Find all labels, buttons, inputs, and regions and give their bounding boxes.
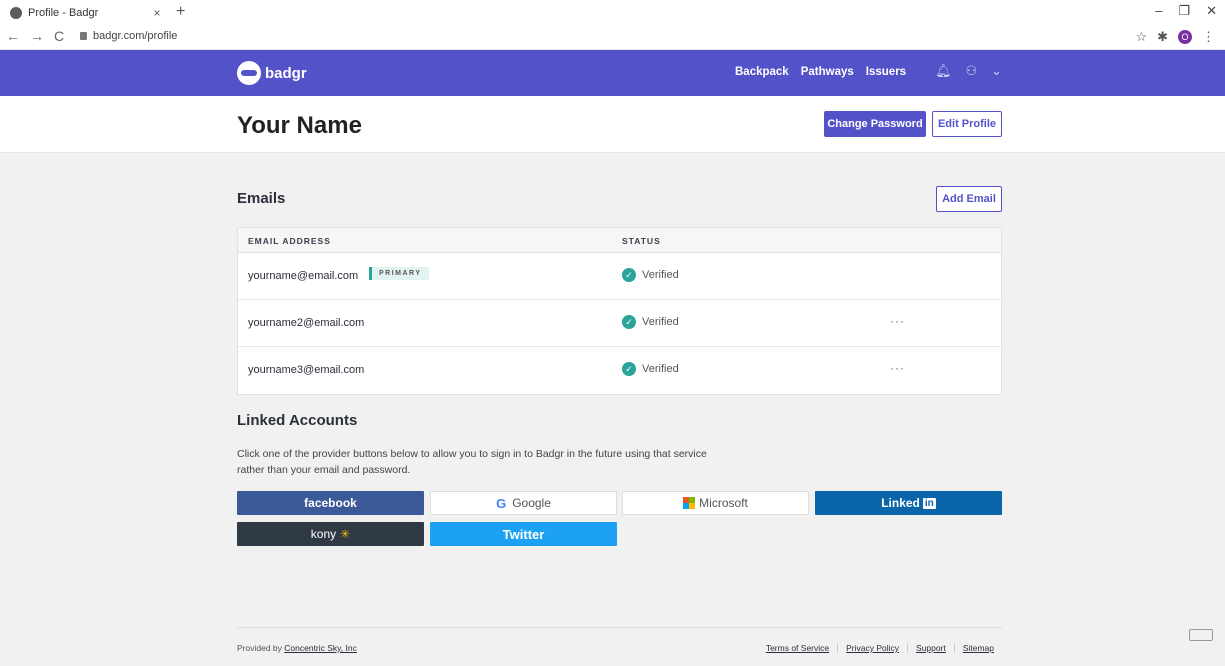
profile-title-bar: Your Name Change Password Edit Profile bbox=[0, 96, 1225, 153]
browser-extensions: ☆ ✱ O ⋮ bbox=[1135, 29, 1215, 45]
emails-table: EMAIL ADDRESS STATUS yourname@email.com … bbox=[237, 227, 1002, 395]
browser-nav: ← → C bbox=[6, 28, 64, 44]
twitter-button[interactable]: Twitter bbox=[430, 522, 617, 546]
kony-spark-icon: ✳ bbox=[340, 527, 351, 541]
nav-pathways[interactable]: Pathways bbox=[801, 66, 854, 78]
email-status: ✓ Verified bbox=[622, 315, 679, 329]
provided-by-text: Provided by bbox=[237, 643, 282, 653]
kony-label: kony bbox=[310, 527, 337, 541]
tab-close-icon[interactable]: × bbox=[150, 6, 164, 20]
linkedin-label: Linked bbox=[881, 496, 920, 510]
footer-links: Terms of Service Privacy Policy Support … bbox=[758, 643, 1002, 653]
change-password-button[interactable]: Change Password bbox=[824, 111, 926, 137]
footer-divider bbox=[237, 627, 1002, 628]
google-icon: G bbox=[496, 495, 507, 511]
edit-profile-button[interactable]: Edit Profile bbox=[932, 111, 1002, 137]
facebook-button[interactable]: facebook bbox=[237, 491, 424, 515]
more-options-icon[interactable]: ··· bbox=[890, 361, 905, 375]
forward-icon[interactable]: → bbox=[30, 28, 44, 44]
email-address: yourname@email.com bbox=[248, 270, 359, 282]
table-row: yourname@email.com PRIMARY ✓ Verified bbox=[238, 253, 1001, 300]
twitter-label: Twitter bbox=[502, 526, 545, 542]
restore-icon[interactable]: ❐ bbox=[1178, 3, 1190, 19]
microsoft-button[interactable]: Microsoft bbox=[622, 491, 809, 515]
table-row: yourname2@email.com ✓ Verified ··· bbox=[238, 300, 1001, 347]
company-link[interactable]: Concentric Sky, Inc bbox=[284, 643, 357, 653]
privacy-link[interactable]: Privacy Policy bbox=[837, 643, 907, 653]
google-button[interactable]: G Google bbox=[430, 491, 617, 515]
column-email-address: EMAIL ADDRESS bbox=[248, 236, 331, 246]
extensions-puzzle-icon[interactable]: ✱ bbox=[1157, 29, 1168, 45]
badgr-logo-icon bbox=[237, 61, 261, 85]
reload-icon[interactable]: C bbox=[54, 28, 64, 44]
browser-menu-icon[interactable]: ⋮ bbox=[1202, 29, 1215, 45]
sitemap-link[interactable]: Sitemap bbox=[953, 643, 1002, 653]
verified-check-icon: ✓ bbox=[622, 315, 636, 329]
support-link[interactable]: Support bbox=[907, 643, 954, 653]
browser-profile-avatar[interactable]: O bbox=[1178, 30, 1192, 44]
primary-badge: PRIMARY bbox=[369, 267, 429, 280]
back-icon[interactable]: ← bbox=[6, 28, 20, 44]
email-status: ✓ Verified bbox=[622, 362, 679, 376]
brand-name: badgr bbox=[265, 64, 307, 82]
verified-check-icon: ✓ bbox=[622, 362, 636, 376]
column-status: STATUS bbox=[622, 236, 661, 246]
linkedin-button[interactable]: Linked in bbox=[815, 491, 1002, 515]
status-text: Verified bbox=[642, 269, 679, 281]
microsoft-label: Microsoft bbox=[699, 496, 748, 510]
tab-title: Profile - Badgr bbox=[28, 7, 99, 19]
new-tab-icon[interactable]: + bbox=[176, 3, 185, 21]
kony-button[interactable]: kony ✳ bbox=[237, 522, 424, 546]
notification-bell-icon[interactable]: 🔔︎ bbox=[935, 63, 952, 79]
facebook-label: facebook bbox=[304, 496, 357, 510]
browser-tab[interactable]: Profile - Badgr × bbox=[4, 4, 164, 22]
nav-issuers[interactable]: Issuers bbox=[866, 66, 906, 78]
app-header: badgr Backpack Pathways Issuers 🔔︎ ⚇ ⌄ bbox=[0, 50, 1225, 96]
chevron-down-icon[interactable]: ⌄ bbox=[991, 63, 1002, 79]
add-email-button[interactable]: Add Email bbox=[936, 186, 1002, 212]
close-window-icon[interactable]: ✕ bbox=[1206, 3, 1217, 19]
terms-link[interactable]: Terms of Service bbox=[758, 643, 837, 653]
url-text: badgr.com/profile bbox=[93, 30, 178, 42]
email-status: ✓ Verified bbox=[622, 268, 679, 282]
browser-tabbar: Profile - Badgr × + – ❐ ✕ bbox=[0, 0, 1225, 24]
window-controls: – ❐ ✕ bbox=[1155, 3, 1217, 19]
top-nav: Backpack Pathways Issuers bbox=[735, 66, 906, 78]
email-address: yourname3@email.com bbox=[248, 364, 365, 376]
header-icons: 🔔︎ ⚇ ⌄ bbox=[935, 63, 1002, 79]
user-account-icon[interactable]: ⚇ bbox=[966, 63, 978, 79]
email-address: yourname2@email.com bbox=[248, 317, 365, 329]
status-text: Verified bbox=[642, 363, 679, 375]
linked-accounts-heading: Linked Accounts bbox=[237, 412, 358, 429]
more-options-icon[interactable]: ··· bbox=[890, 314, 905, 328]
nav-backpack[interactable]: Backpack bbox=[735, 66, 789, 78]
badgr-favicon-icon bbox=[10, 7, 22, 19]
bookmark-star-icon[interactable]: ☆ bbox=[1135, 29, 1147, 45]
linked-accounts-description: Click one of the provider buttons below … bbox=[237, 448, 707, 476]
url-field[interactable]: badgr.com/profile bbox=[80, 30, 177, 42]
emails-heading: Emails bbox=[237, 190, 286, 207]
keyboard-icon[interactable] bbox=[1189, 629, 1213, 641]
footer-credit: Provided by Concentric Sky, Inc bbox=[237, 643, 357, 653]
page-title: Your Name bbox=[237, 112, 362, 139]
table-row: yourname3@email.com ✓ Verified ··· bbox=[238, 347, 1001, 394]
table-header: EMAIL ADDRESS STATUS bbox=[238, 228, 1001, 253]
browser-address-bar: ← → C badgr.com/profile ☆ ✱ O ⋮ bbox=[0, 24, 1225, 50]
verified-check-icon: ✓ bbox=[622, 268, 636, 282]
microsoft-icon bbox=[683, 497, 696, 509]
lock-icon bbox=[80, 32, 87, 40]
minimize-icon[interactable]: – bbox=[1155, 3, 1162, 19]
badgr-logo[interactable]: badgr bbox=[237, 61, 307, 85]
status-text: Verified bbox=[642, 316, 679, 328]
google-label: Google bbox=[512, 496, 551, 510]
linkedin-icon: in bbox=[922, 497, 936, 509]
